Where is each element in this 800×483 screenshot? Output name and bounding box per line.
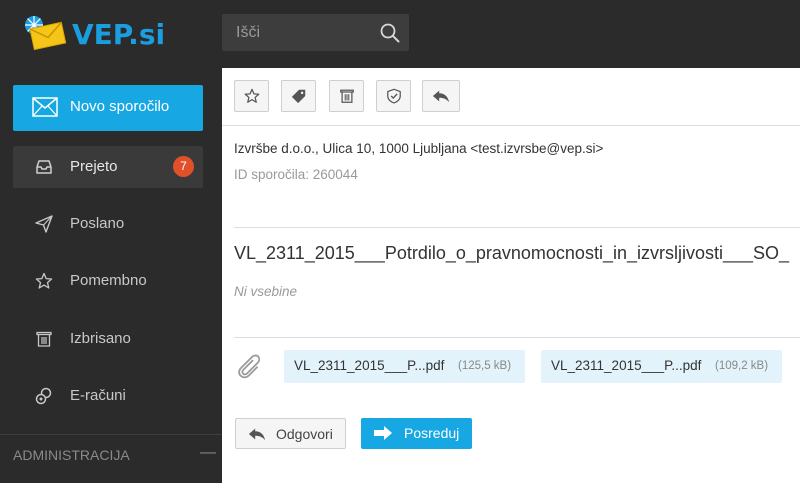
search-icon[interactable] (379, 22, 401, 44)
paperclip-icon (238, 354, 260, 379)
paper-plane-icon (35, 215, 53, 233)
attachment-name: VL_2311_2015___P...pdf (551, 358, 702, 373)
star-icon (244, 88, 259, 103)
divider (234, 227, 800, 228)
brand-name: VEP.si (72, 17, 166, 51)
message-view: Izvršbe d.o.o., Ulica 10, 1000 Ljubljana… (222, 68, 800, 483)
message-id: ID sporočila: 260044 (234, 167, 358, 182)
new-message-label: Novo sporočilo (70, 98, 170, 115)
forward-arrow-icon (374, 426, 392, 440)
divider (234, 337, 800, 338)
sender-info: Izvršbe d.o.o., Ulica 10, 1000 Ljubljana… (234, 141, 604, 156)
collapse-section-icon[interactable]: — (200, 444, 216, 462)
search-box[interactable] (222, 14, 409, 51)
envelope-logo-icon (25, 16, 67, 51)
reply-button[interactable]: Odgovori (235, 418, 346, 449)
administration-section-title[interactable]: ADMINISTRACIJA (13, 447, 130, 463)
tag-button[interactable] (281, 80, 316, 112)
reply-icon (248, 428, 266, 441)
forward-label: Posreduj (404, 425, 460, 441)
reply-toolbar-button[interactable] (422, 80, 460, 112)
message-body: Ni vsebine (234, 284, 298, 299)
sidebar-item-important[interactable]: Pomembno (13, 260, 203, 302)
logo[interactable]: VEP.si (20, 12, 165, 56)
sidebar-item-label: E-računi (70, 387, 126, 404)
sidebar: Novo sporočilo Prejeto 7 Poslano Pomembn… (0, 68, 222, 483)
top-bar: VEP.si (0, 0, 800, 68)
sidebar-item-label: Pomembno (70, 272, 147, 289)
sidebar-item-label: Poslano (70, 215, 125, 232)
search-input[interactable] (222, 14, 372, 51)
attachment-name: VL_2311_2015___P...pdf (294, 358, 445, 373)
message-subject: VL_2311_2015___Potrdilo_o_pravnomocnosti… (234, 243, 790, 263)
reply-label: Odgovori (276, 426, 333, 442)
sidebar-item-deleted[interactable]: Izbrisano (13, 318, 203, 360)
star-icon (35, 272, 53, 289)
trash-icon (339, 89, 354, 103)
trash-icon (36, 331, 52, 347)
reply-icon (432, 90, 450, 103)
new-message-button[interactable]: Novo sporočilo (13, 85, 203, 131)
sidebar-item-label: Izbrisano (70, 330, 131, 347)
message-toolbar (222, 68, 800, 126)
sidebar-item-einvoices[interactable]: E-računi (13, 375, 203, 417)
sidebar-divider (0, 434, 222, 435)
coins-icon (35, 387, 52, 405)
verify-button[interactable] (376, 80, 411, 112)
attachment-size: (109,2 kB) (715, 360, 769, 372)
attachment-item[interactable]: VL_2311_2015___P...pdf (125,5 kB) (284, 350, 525, 383)
sidebar-item-sent[interactable]: Poslano (13, 203, 203, 245)
mark-important-button[interactable] (234, 80, 269, 112)
sidebar-item-label: Prejeto (70, 158, 118, 175)
sidebar-item-inbox[interactable]: Prejeto 7 (13, 146, 203, 188)
inbox-icon (36, 160, 52, 174)
delete-button[interactable] (329, 80, 364, 112)
shield-icon (386, 88, 401, 104)
attachment-item[interactable]: VL_2311_2015___P...pdf (109,2 kB) (541, 350, 782, 383)
attachment-size: (125,5 kB) (458, 360, 512, 372)
tag-icon (291, 89, 305, 104)
forward-button[interactable]: Posreduj (361, 418, 472, 449)
unread-count-badge: 7 (173, 156, 194, 177)
envelope-icon (32, 97, 58, 117)
